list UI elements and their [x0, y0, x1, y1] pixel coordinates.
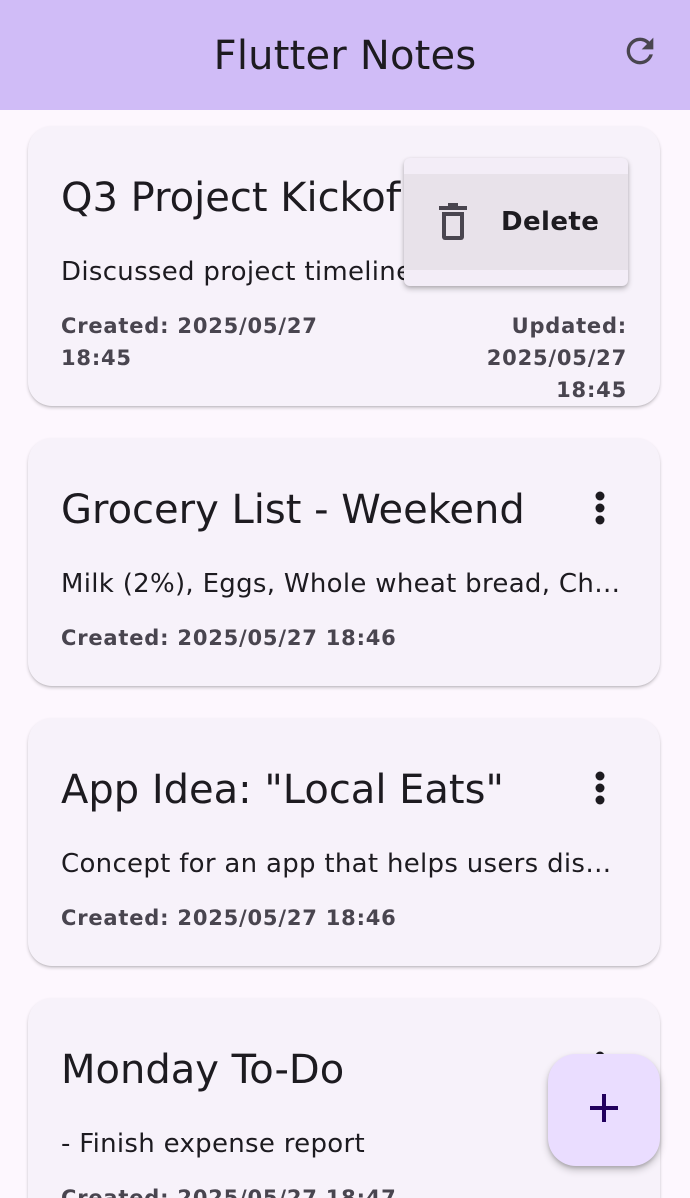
trash-icon	[436, 202, 470, 242]
add-note-button[interactable]	[548, 1054, 660, 1166]
more-vert-icon	[594, 770, 606, 810]
note-body: - Finish expense report	[61, 1129, 365, 1159]
note-card[interactable]: Grocery List - Weekend Milk (2%), Eggs, …	[28, 438, 660, 686]
note-title: Q3 Project Kickoff	[61, 175, 401, 221]
more-options-button[interactable]	[580, 768, 620, 812]
app-title: Flutter Notes	[213, 33, 477, 79]
plus-icon	[587, 1091, 621, 1129]
note-options-menu: Delete	[404, 158, 628, 286]
note-created-date: Created: 2025/05/27 18:45	[61, 314, 318, 370]
refresh-icon	[620, 31, 660, 75]
note-created-date: Created: 2025/05/27 18:47	[61, 1186, 397, 1198]
delete-label: Delete	[501, 207, 600, 237]
note-updated-date: Updated: 2025/05/27 18:45	[486, 314, 627, 402]
note-card[interactable]: App Idea: "Local Eats" Concept for an ap…	[28, 718, 660, 966]
note-title: Monday To-Do	[61, 1047, 345, 1093]
delete-menu-item[interactable]: Delete	[404, 174, 628, 270]
more-vert-icon	[594, 490, 606, 530]
app-bar: Flutter Notes	[0, 0, 690, 110]
note-body: Concept for an app that helps users disc…	[61, 849, 623, 879]
note-created-date: Created: 2025/05/27 18:46	[61, 626, 397, 650]
refresh-button[interactable]	[618, 31, 662, 75]
note-title: App Idea: "Local Eats"	[61, 767, 504, 813]
note-body: Milk (2%), Eggs, Whole wheat bread, Chee…	[61, 569, 623, 599]
more-options-button[interactable]	[580, 488, 620, 532]
note-created-date: Created: 2025/05/27 18:46	[61, 906, 397, 930]
note-title: Grocery List - Weekend	[61, 487, 525, 533]
